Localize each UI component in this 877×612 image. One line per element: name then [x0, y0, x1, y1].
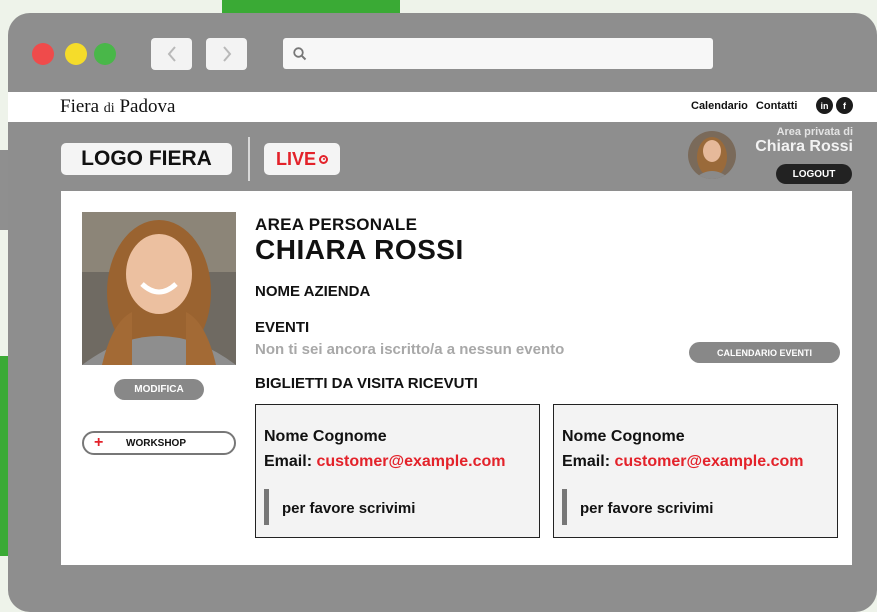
brand-end: Padova	[119, 96, 176, 117]
card-note-bar	[562, 489, 567, 525]
nav-link-calendario[interactable]: Calendario	[691, 100, 748, 112]
linkedin-icon[interactable]: in	[816, 97, 833, 114]
site-nav-links: Calendario Contatti	[691, 100, 802, 112]
edit-profile-button[interactable]: MODIFICA	[114, 379, 204, 400]
card-email-label: Email:	[264, 453, 313, 470]
avatar[interactable]	[688, 131, 736, 179]
workshop-button[interactable]: + WORKSHOP	[82, 431, 236, 455]
card-email-link[interactable]: customer@example.com	[614, 453, 803, 470]
user-full-name: CHIARA ROSSI	[255, 234, 464, 265]
brand-small: di	[103, 101, 115, 116]
card-contact-name: Nome Cognome	[264, 428, 387, 445]
window-maximize-dot[interactable]	[94, 43, 116, 65]
nav-link-contatti[interactable]: Contatti	[756, 100, 798, 112]
address-bar[interactable]	[283, 38, 713, 69]
section-title: AREA PERSONALE	[255, 215, 418, 234]
back-button[interactable]	[151, 38, 192, 70]
events-title: EVENTI	[255, 319, 310, 336]
header-divider	[248, 137, 250, 181]
profile-photo	[82, 212, 236, 365]
card-contact-name: Nome Cognome	[562, 428, 685, 445]
window-minimize-dot[interactable]	[65, 43, 87, 65]
business-card[interactable]: Nome Cognome Email: customer@example.com…	[553, 404, 838, 538]
logo-fiera[interactable]: LOGO FIERA	[61, 143, 232, 175]
business-card[interactable]: Nome Cognome Email: customer@example.com…	[255, 404, 540, 538]
browser-window: Fiera di Padova Calendario Contatti in f…	[8, 13, 877, 612]
private-area-caption: Area privata di	[776, 126, 853, 138]
site-top-nav: Fiera di Padova Calendario Contatti in f	[8, 92, 877, 122]
brand-main: Fiera	[60, 96, 100, 117]
business-cards-title: BIGLIETTI DA VISITA RICEVUTI	[255, 375, 478, 392]
window-close-dot[interactable]	[32, 43, 54, 65]
card-note-bar	[264, 489, 269, 525]
company-name: NOME AZIENDA	[255, 283, 371, 300]
private-area-label: Area privata di Chiara Rossi	[755, 126, 853, 156]
chevron-left-icon	[167, 46, 176, 62]
card-note: per favore scrivimi	[580, 500, 714, 517]
card-email-line: Email: customer@example.com	[264, 453, 505, 471]
site-brand[interactable]: Fiera di Padova	[60, 96, 175, 118]
card-email-link[interactable]: customer@example.com	[316, 453, 505, 470]
plus-icon: +	[94, 434, 104, 451]
events-calendar-button[interactable]: CALENDARIO EVENTI	[689, 342, 840, 363]
live-button[interactable]: LIVE	[264, 143, 340, 175]
card-email-line: Email: customer@example.com	[562, 453, 803, 471]
logout-button[interactable]: LOGOUT	[776, 164, 852, 184]
workshop-label: WORKSHOP	[126, 437, 186, 449]
facebook-icon[interactable]: f	[836, 97, 853, 114]
private-area-username: Chiara Rossi	[755, 138, 853, 155]
live-label: LIVE	[275, 148, 316, 169]
forward-button[interactable]	[206, 38, 247, 70]
live-record-icon	[319, 154, 328, 164]
search-icon	[293, 46, 307, 60]
chevron-right-icon	[222, 46, 231, 62]
card-note: per favore scrivimi	[282, 500, 416, 517]
personal-area-panel: MODIFICA + WORKSHOP AREA PERSONALE CHIAR…	[61, 191, 852, 565]
card-email-label: Email:	[562, 453, 611, 470]
events-empty-message: Non ti sei ancora iscritto/a a nessun ev…	[255, 341, 565, 358]
